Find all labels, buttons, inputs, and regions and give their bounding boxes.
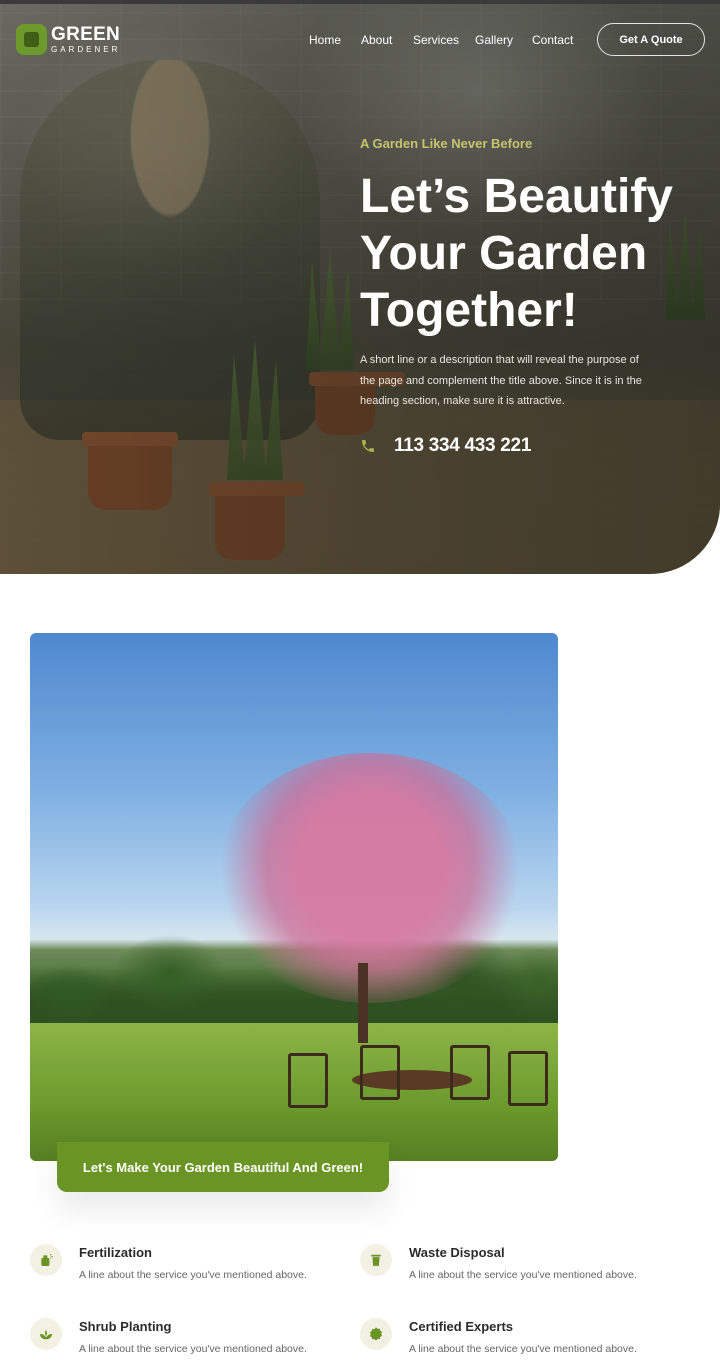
nav-contact[interactable]: Contact — [532, 33, 573, 47]
nav-gallery[interactable]: Gallery — [475, 33, 513, 47]
service-title: Fertilization — [79, 1245, 152, 1260]
phone-number: 113 334 433 221 — [394, 435, 532, 456]
nav-services[interactable]: Services — [413, 33, 459, 47]
blossom-tree — [215, 753, 525, 1003]
phone-icon — [362, 440, 374, 452]
service-title: Shrub Planting — [79, 1319, 172, 1334]
hero-title: Let’s Beautify Your Garden Together! — [360, 170, 673, 337]
logo-word-secondary: GARDENER — [51, 45, 121, 54]
logo-mark-icon — [16, 24, 47, 55]
logo[interactable]: GREEN GARDENER — [16, 24, 120, 55]
service-description: A line about the service you've mentione… — [79, 1343, 307, 1355]
hero-description: A short line or a description that will … — [360, 354, 642, 407]
hero-phone[interactable]: 113 334 433 221 — [360, 435, 531, 457]
patio-chair — [288, 1053, 328, 1108]
certified-badge-icon — [360, 1318, 392, 1350]
patio-chair — [450, 1045, 490, 1100]
trash-bin-icon — [360, 1244, 392, 1276]
sprout-icon — [30, 1318, 62, 1350]
garden-photo — [30, 633, 558, 1161]
logo-text: GREEN GARDENER — [51, 25, 120, 54]
site-header: GREEN GARDENER Home About Services Galle… — [0, 4, 720, 76]
patio-chair — [508, 1051, 548, 1106]
get-quote-button[interactable]: Get A Quote — [597, 23, 705, 56]
hero-eyebrow: A Garden Like Never Before — [360, 136, 533, 151]
fertilizer-sprayer-icon — [30, 1244, 62, 1276]
patio-chair — [360, 1045, 400, 1100]
logo-word-primary: GREEN — [51, 24, 121, 45]
service-description: A line about the service you've mentione… — [79, 1269, 307, 1281]
service-description: A line about the service you've mentione… — [409, 1343, 637, 1355]
hero-section: A Garden Like Never Before Let’s Beautif… — [0, 0, 720, 574]
nav-home[interactable]: Home — [309, 33, 341, 47]
garden-banner: Let's Make Your Garden Beautiful And Gre… — [57, 1142, 389, 1192]
nav-about[interactable]: About — [361, 33, 392, 47]
tree-trunk — [358, 963, 368, 1043]
service-description: A line about the service you've mentione… — [409, 1269, 637, 1281]
service-title: Waste Disposal — [409, 1245, 505, 1260]
service-title: Certified Experts — [409, 1319, 514, 1334]
